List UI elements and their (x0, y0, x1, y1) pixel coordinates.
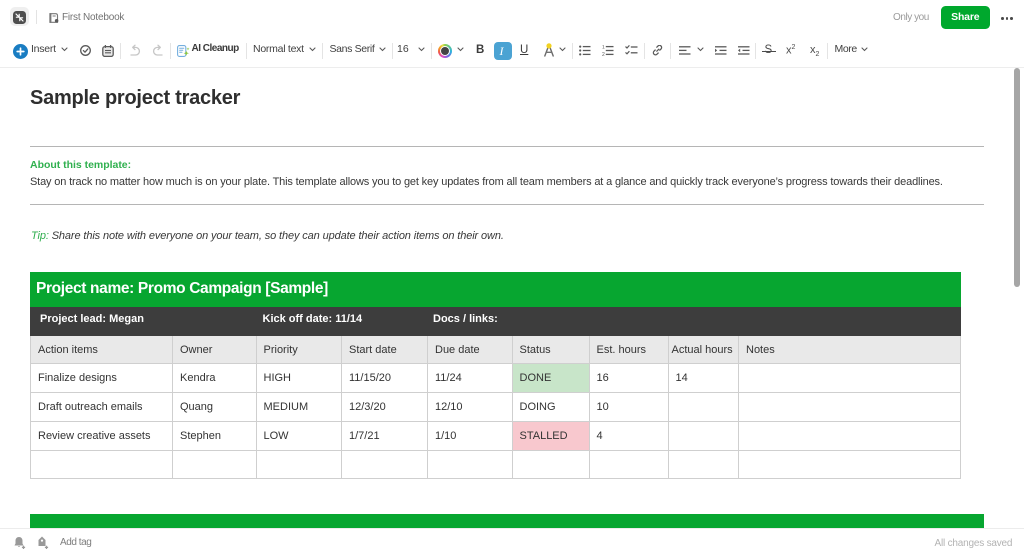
svg-text:2: 2 (602, 52, 605, 56)
svg-text:1: 1 (602, 45, 605, 50)
